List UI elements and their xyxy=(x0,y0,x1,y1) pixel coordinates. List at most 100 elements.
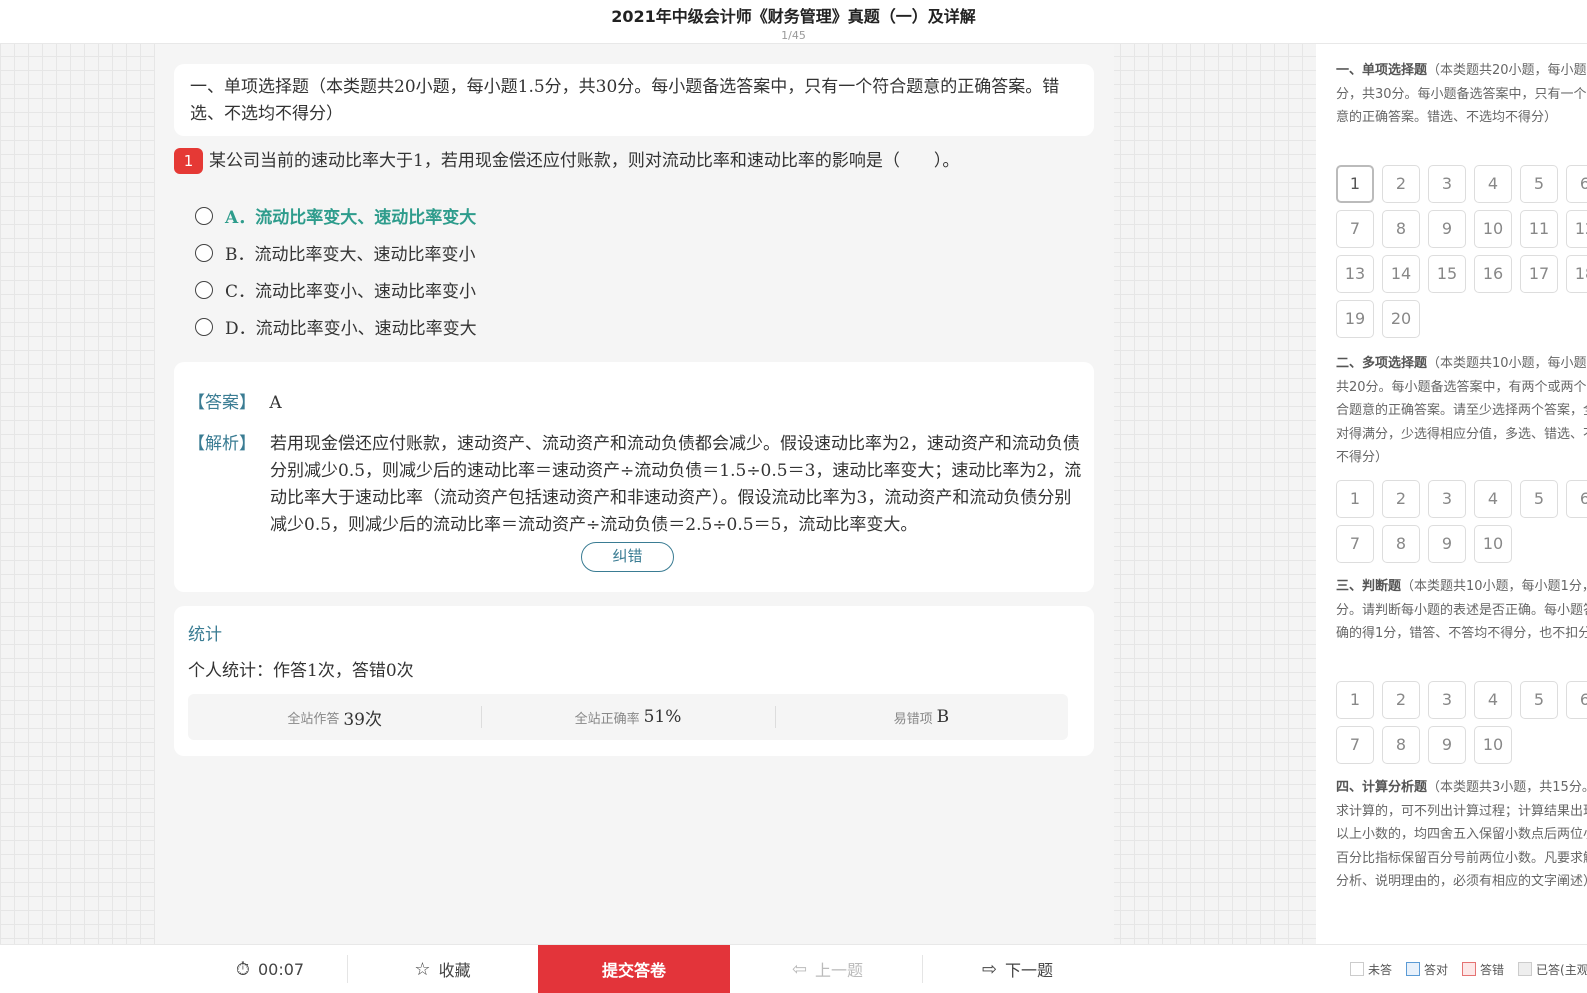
question-nav-button[interactable]: 3 xyxy=(1428,165,1466,203)
bottom-bar: ⏱ 00:07 ☆ 收藏 提交答卷 ⇦ 上一题 ⇨ 下一题 未答 答对 答错 已… xyxy=(0,944,1587,993)
report-error-button[interactable]: 纠错 xyxy=(581,542,674,572)
question-nav-button[interactable]: 9 xyxy=(1428,726,1466,764)
section-title: 三、判断题 xyxy=(1336,579,1402,594)
site-stats-bar: 全站作答 39次 全站正确率 51% 易错项 B xyxy=(188,694,1068,740)
question-nav-button[interactable]: 8 xyxy=(1382,210,1420,248)
question-nav-button[interactable]: 5 xyxy=(1520,681,1558,719)
common-wrong-value: B xyxy=(936,707,950,727)
question-nav-button[interactable]: 16 xyxy=(1474,255,1512,293)
stopwatch-icon: ⏱ xyxy=(235,958,250,980)
question-nav-button[interactable]: 7 xyxy=(1336,210,1374,248)
answer-label: 【答案】 xyxy=(188,393,256,413)
question-nav-button[interactable]: 7 xyxy=(1336,726,1374,764)
site-attempts-label: 全站作答 xyxy=(287,711,340,727)
section-title: 四、计算分析题 xyxy=(1336,780,1428,795)
main-panel: 一、单项选择题（本类题共20小题，每小题1.5分，共30分。每小题备选答案中，只… xyxy=(155,44,1114,944)
question-nav-button[interactable]: 4 xyxy=(1474,681,1512,719)
section-3-header: 三、判断题（本类题共10小题，每小题1分，共10分。请判断每小题的表述是否正确。… xyxy=(1336,575,1587,646)
next-label: 下一题 xyxy=(1005,961,1054,980)
timer-value: 00:07 xyxy=(257,959,305,979)
prev-label: 上一题 xyxy=(815,961,864,980)
favorite-label: 收藏 xyxy=(438,961,471,980)
option-a[interactable]: A．流动比率变大、速动比率变大 xyxy=(195,197,477,234)
option-label: B．流动比率变大、速动比率变小 xyxy=(225,245,476,265)
arrow-left-icon: ⇦ xyxy=(791,958,808,980)
question-nav-button[interactable]: 13 xyxy=(1336,255,1374,293)
question-nav-button[interactable]: 2 xyxy=(1382,681,1420,719)
timer: ⏱ 00:07 xyxy=(195,945,345,993)
question-nav-button[interactable]: 5 xyxy=(1520,165,1558,203)
common-wrong-label: 易错项 xyxy=(893,711,933,727)
section-title: 二、多项选择题 xyxy=(1336,356,1428,371)
question-nav-button[interactable]: 17 xyxy=(1520,255,1558,293)
question-nav-button[interactable]: 9 xyxy=(1428,210,1466,248)
question-nav-button[interactable]: 5 xyxy=(1520,480,1558,518)
question-nav-button[interactable]: 19 xyxy=(1336,300,1374,338)
question-nav-button[interactable]: 8 xyxy=(1382,525,1420,563)
question-nav-button[interactable]: 4 xyxy=(1474,480,1512,518)
divider xyxy=(347,955,348,983)
question-nav-button[interactable]: 6 xyxy=(1566,681,1587,719)
question-nav-button[interactable]: 12 xyxy=(1566,210,1587,248)
question-nav-button[interactable]: 6 xyxy=(1566,165,1587,203)
question-nav-button[interactable]: 3 xyxy=(1428,480,1466,518)
question-nav-button[interactable]: 2 xyxy=(1382,480,1420,518)
personal-stats: 个人统计：作答1次，答错0次 xyxy=(188,661,414,681)
question-nav-button[interactable]: 8 xyxy=(1382,726,1420,764)
question-text: 某公司当前的速动比率大于1，若用现金偿还应付账款，则对流动比率和速动比率的影响是… xyxy=(209,151,960,171)
explanation-label: 【解析】 xyxy=(188,434,256,454)
section-1-grid: 1 2 3 4 5 6 7 8 9 10 11 12 13 14 15 16 1… xyxy=(1336,165,1587,338)
radio-icon[interactable] xyxy=(195,206,213,225)
question-nav-button[interactable]: 4 xyxy=(1474,165,1512,203)
section-4-header: 四、计算分析题（本类题共3小题，共15分。凡要求计算的，可不列出计算过程；计算结… xyxy=(1336,776,1587,894)
next-question-button[interactable]: ⇨ 下一题 xyxy=(925,945,1110,993)
question-nav-button[interactable]: 1 xyxy=(1336,165,1374,203)
answer-card: 【答案】 A 【解析】 若用现金偿还应付账款，速动资产、流动资产和流动负债都会减… xyxy=(174,362,1094,592)
question-nav-button[interactable]: 10 xyxy=(1474,726,1512,764)
question-nav-button[interactable]: 20 xyxy=(1382,300,1420,338)
arrow-right-icon: ⇨ xyxy=(981,958,998,980)
favorite-button[interactable]: ☆ 收藏 xyxy=(350,945,535,993)
answer-value: A xyxy=(269,393,282,413)
radio-icon[interactable] xyxy=(195,243,213,262)
radio-icon[interactable] xyxy=(195,280,213,299)
question-nav-button[interactable]: 3 xyxy=(1428,681,1466,719)
question-nav-button[interactable]: 6 xyxy=(1566,480,1587,518)
explanation-text: 若用现金偿还应付账款，速动资产、流动资产和流动负债都会减少。假设速动比率为2，速… xyxy=(270,434,1082,535)
question-nav-button[interactable]: 9 xyxy=(1428,525,1466,563)
page-title: 2021年中级会计师《财务管理》真题（一）及详解 xyxy=(611,7,976,26)
submit-button[interactable]: 提交答卷 xyxy=(538,945,730,993)
section-1-header: 一、单项选择题（本类题共20小题，每小题1.5分，共30分。每小题备选答案中，只… xyxy=(1336,59,1587,130)
option-b[interactable]: B．流动比率变大、速动比率变小 xyxy=(195,234,477,271)
question-nav-button[interactable]: 1 xyxy=(1336,681,1374,719)
explanation: 【解析】 若用现金偿还应付账款，速动资产、流动资产和流动负债都会减少。假设速动比… xyxy=(188,431,1088,539)
top-bar: 2021年中级会计师《财务管理》真题（一）及详解 1/45 xyxy=(0,0,1587,44)
legend-unanswered: 未答 xyxy=(1350,961,1392,978)
option-c[interactable]: C．流动比率变小、速动比率变小 xyxy=(195,271,477,308)
radio-icon[interactable] xyxy=(195,317,213,336)
question-nav-button[interactable]: 10 xyxy=(1474,525,1512,563)
section-desc: （本类题共3小题，共15分。凡要求计算的，可不列出计算过程；计算结果出现两位以上… xyxy=(1336,780,1587,889)
question-nav-button[interactable]: 14 xyxy=(1382,255,1420,293)
option-d[interactable]: D．流动比率变小、速动比率变大 xyxy=(195,308,477,345)
question-number-badge: 1 xyxy=(174,148,203,174)
question-nav-button[interactable]: 15 xyxy=(1428,255,1466,293)
common-wrong: 易错项 B xyxy=(774,694,1068,740)
site-attempts: 全站作答 39次 xyxy=(188,694,481,740)
question-nav-button[interactable]: 1 xyxy=(1336,480,1374,518)
answer-legend: 未答 答对 答错 已答(主观 xyxy=(1350,945,1587,993)
question-nav-button[interactable]: 2 xyxy=(1382,165,1420,203)
question-nav-button[interactable]: 11 xyxy=(1520,210,1558,248)
legend-correct: 答对 xyxy=(1406,961,1448,978)
section-2-header: 二、多项选择题（本类题共10小题，每小题2分，共20分。每小题备选答案中，有两个… xyxy=(1336,352,1587,470)
options-list: A．流动比率变大、速动比率变大 B．流动比率变大、速动比率变小 C．流动比率变小… xyxy=(195,197,477,345)
site-accuracy-label: 全站正确率 xyxy=(574,711,640,727)
question-nav-button[interactable]: 10 xyxy=(1474,210,1512,248)
question-nav-button[interactable]: 18 xyxy=(1566,255,1587,293)
prev-question-button[interactable]: ⇦ 上一题 xyxy=(735,945,920,993)
option-label: D．流动比率变小、速动比率变大 xyxy=(225,319,477,339)
question-navigator: 一、单项选择题（本类题共20小题，每小题1.5分，共30分。每小题备选答案中，只… xyxy=(1316,44,1587,944)
question-nav-button[interactable]: 7 xyxy=(1336,525,1374,563)
stats-heading: 统计 xyxy=(188,625,222,645)
site-accuracy-value: 51% xyxy=(643,707,682,727)
